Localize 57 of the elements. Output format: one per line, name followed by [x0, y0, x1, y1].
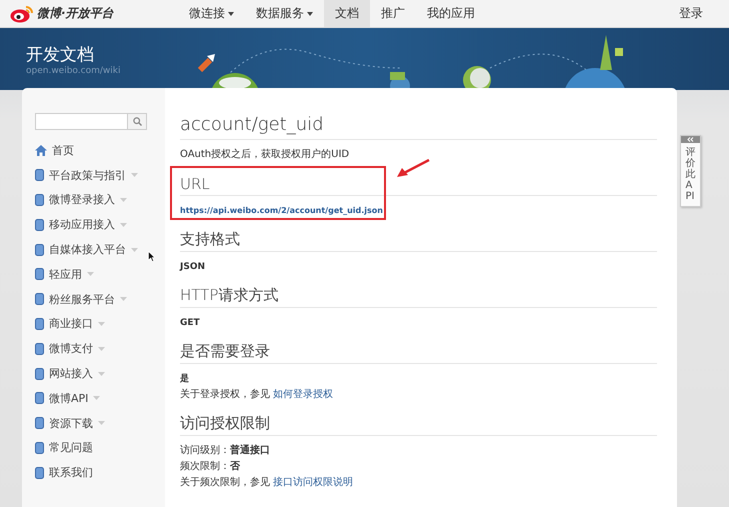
help-link[interactable]: 接口访问权限说明: [273, 477, 354, 488]
section-heading: URL: [180, 175, 657, 196]
help-link[interactable]: 如何登录授权: [273, 389, 334, 400]
section-heading: 是否需要登录: [180, 342, 657, 364]
caret-icon[interactable]: [120, 297, 127, 302]
sidebar-link[interactable]: 常见问题: [49, 440, 93, 456]
sidebar-link[interactable]: 自媒体接入平台: [49, 242, 126, 258]
pointer-arrow: [396, 159, 430, 179]
note-text: 关于登录授权，参见 如何登录授权: [180, 388, 334, 402]
caret-icon[interactable]: [131, 173, 138, 178]
section-heading: 支持格式: [180, 230, 657, 252]
caret-icon[interactable]: [98, 372, 105, 376]
search-field[interactable]: [35, 113, 147, 130]
sidebar-link[interactable]: 网站接入: [49, 366, 93, 382]
sidebar-link[interactable]: 微博API: [49, 390, 88, 406]
sidebar-link[interactable]: 商业接口: [49, 316, 93, 332]
caret-icon[interactable]: [120, 222, 127, 227]
sidebar-link[interactable]: 联系我们: [49, 465, 93, 480]
value-text: 是: [180, 372, 190, 386]
nav-tab[interactable]: 推广: [370, 0, 416, 27]
sidebar-link[interactable]: 轻应用: [49, 266, 82, 282]
login-link[interactable]: 登录: [679, 5, 703, 22]
nav-tab[interactable]: 微连接: [178, 0, 245, 27]
api-description: OAuth授权之后，获取授权用户的UID: [180, 148, 350, 161]
nav-tab[interactable]: 文档: [324, 0, 370, 27]
section-heading: 访问授权限制: [180, 414, 657, 436]
sidebar-link[interactable]: 资源下载: [49, 416, 93, 431]
search-icon[interactable]: [132, 117, 142, 126]
caret-icon[interactable]: [98, 421, 105, 426]
value-text: JSON: [180, 261, 206, 274]
api-url-link[interactable]: https://api.weibo.com/2/account/get_uid.json: [180, 204, 657, 218]
nav-tab[interactable]: 数据服务: [245, 0, 324, 27]
weibo-logo-icon: [10, 4, 34, 22]
sidebar-link[interactable]: 微博支付: [49, 341, 93, 356]
collapse-chevrons-icon[interactable]: [687, 137, 694, 142]
banner-title: 开发文档: [26, 44, 95, 66]
mouse-cursor-icon: [148, 251, 155, 262]
api-title: account/get_uid: [180, 114, 657, 140]
sidebar-link[interactable]: 首页: [52, 142, 74, 158]
banner-subtitle: open.weibo.com/wiki: [26, 66, 120, 76]
sidebar-link[interactable]: 微博登录接入: [49, 192, 115, 208]
caret-icon[interactable]: [98, 346, 105, 351]
sidebar-link[interactable]: 粉丝服务平台: [49, 292, 115, 307]
sidebar-link[interactable]: 平台政策与指引: [49, 168, 126, 183]
caret-icon[interactable]: [120, 198, 127, 202]
caret-icon[interactable]: [98, 322, 105, 326]
section-heading: HTTP请求方式: [180, 286, 657, 308]
caret-icon[interactable]: [93, 396, 100, 400]
info-text: 频次限制：否: [180, 460, 241, 474]
caret-icon[interactable]: [87, 272, 94, 276]
note-text: 关于频次限制，参见 接口访问权限说明: [180, 476, 354, 490]
sidebar-link[interactable]: 移动应用接入: [49, 217, 115, 232]
info-text: 访问级别：普通接口: [180, 444, 271, 458]
logo-text[interactable]: 微博·开放平台: [37, 5, 114, 22]
caret-icon[interactable]: [131, 248, 138, 252]
nav-tab[interactable]: 我的应用: [416, 0, 486, 27]
value-text: GET: [180, 317, 201, 330]
